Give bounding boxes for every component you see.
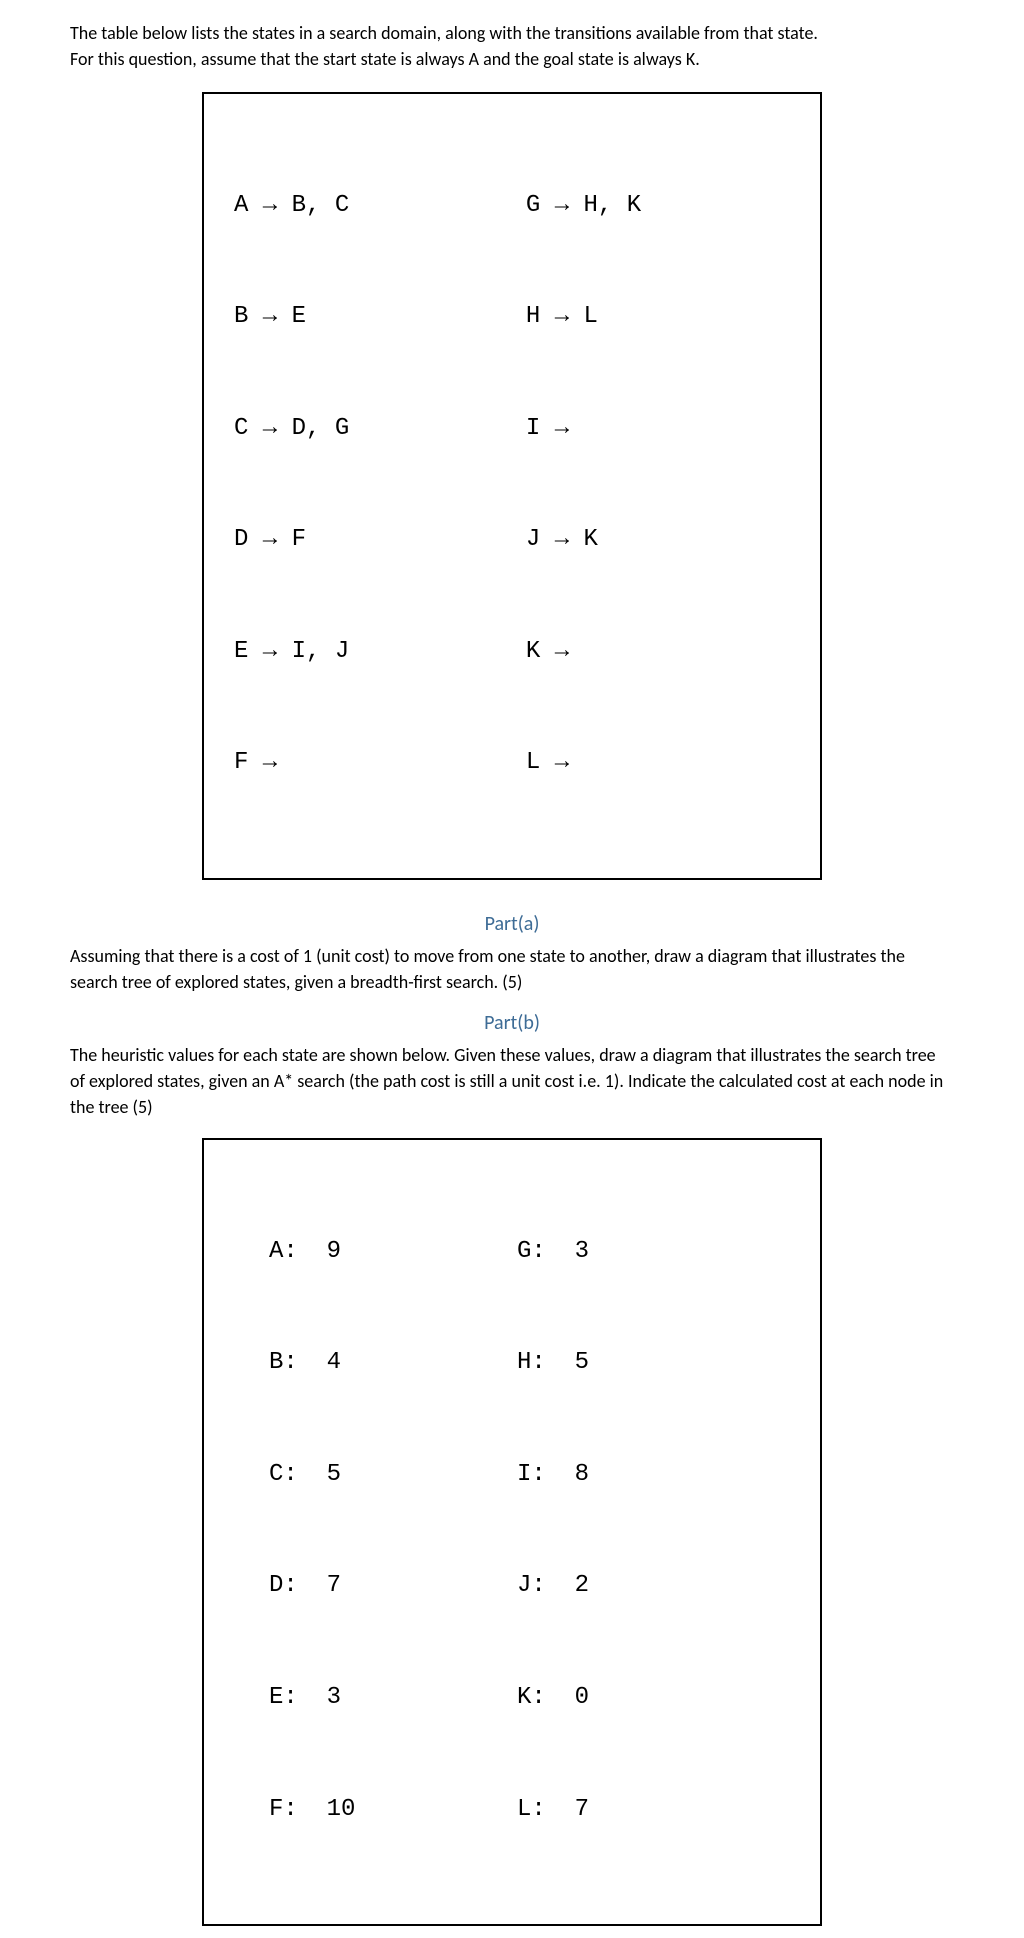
part-a-heading: Part(a) (70, 910, 954, 939)
heuristic-row: G: 3 (517, 1233, 765, 1270)
heuristic-row: E: 3 (269, 1679, 517, 1716)
heuristic-row: C: 5 (269, 1456, 517, 1493)
transition-row: C → D, G (234, 410, 526, 447)
heuristic-row: A: 9 (269, 1233, 517, 1270)
part-b-heading: Part(b) (70, 1009, 954, 1038)
heuristics-col-right: G: 3 H: 5 I: 8 J: 2 K: 0 L: 7 (517, 1158, 765, 1902)
heuristic-row: J: 2 (517, 1567, 765, 1604)
intro-line2: For this question, assume that the start… (70, 48, 700, 70)
heuristics-table: A: 9 B: 4 C: 5 D: 7 E: 3 F: 10 G: 3 H: 5… (202, 1138, 822, 1926)
heuristic-row: I: 8 (517, 1456, 765, 1493)
transition-row: H → L (526, 298, 790, 335)
heuristic-row: D: 7 (269, 1567, 517, 1604)
transitions-col-left: A → B, C B → E C → D, G D → F E → I, J F… (234, 112, 526, 856)
transitions-table: A → B, C B → E C → D, G D → F E → I, J F… (202, 92, 822, 880)
transition-row: A → B, C (234, 187, 526, 224)
heuristic-row: K: 0 (517, 1679, 765, 1716)
part-b-text: The heuristic values for each state are … (70, 1042, 954, 1120)
intro-line1: The table below lists the states in a se… (70, 22, 818, 44)
intro-paragraph: The table below lists the states in a se… (70, 20, 954, 72)
transition-row: D → F (234, 521, 526, 558)
transition-row: I → (526, 410, 790, 447)
transition-row: J → K (526, 521, 790, 558)
heuristics-col-left: A: 9 B: 4 C: 5 D: 7 E: 3 F: 10 (269, 1158, 517, 1902)
transitions-col-right: G → H, K H → L I → J → K K → L → (526, 112, 790, 856)
transition-row: F → (234, 744, 526, 781)
transition-row: K → (526, 633, 790, 670)
heuristic-row: H: 5 (517, 1344, 765, 1381)
heuristic-row: L: 7 (517, 1791, 765, 1828)
part-a-text: Assuming that there is a cost of 1 (unit… (70, 943, 954, 995)
heuristic-row: F: 10 (269, 1791, 517, 1828)
transition-row: E → I, J (234, 633, 526, 670)
transition-row: G → H, K (526, 187, 790, 224)
transition-row: B → E (234, 298, 526, 335)
heuristic-row: B: 4 (269, 1344, 517, 1381)
transition-row: L → (526, 744, 790, 781)
